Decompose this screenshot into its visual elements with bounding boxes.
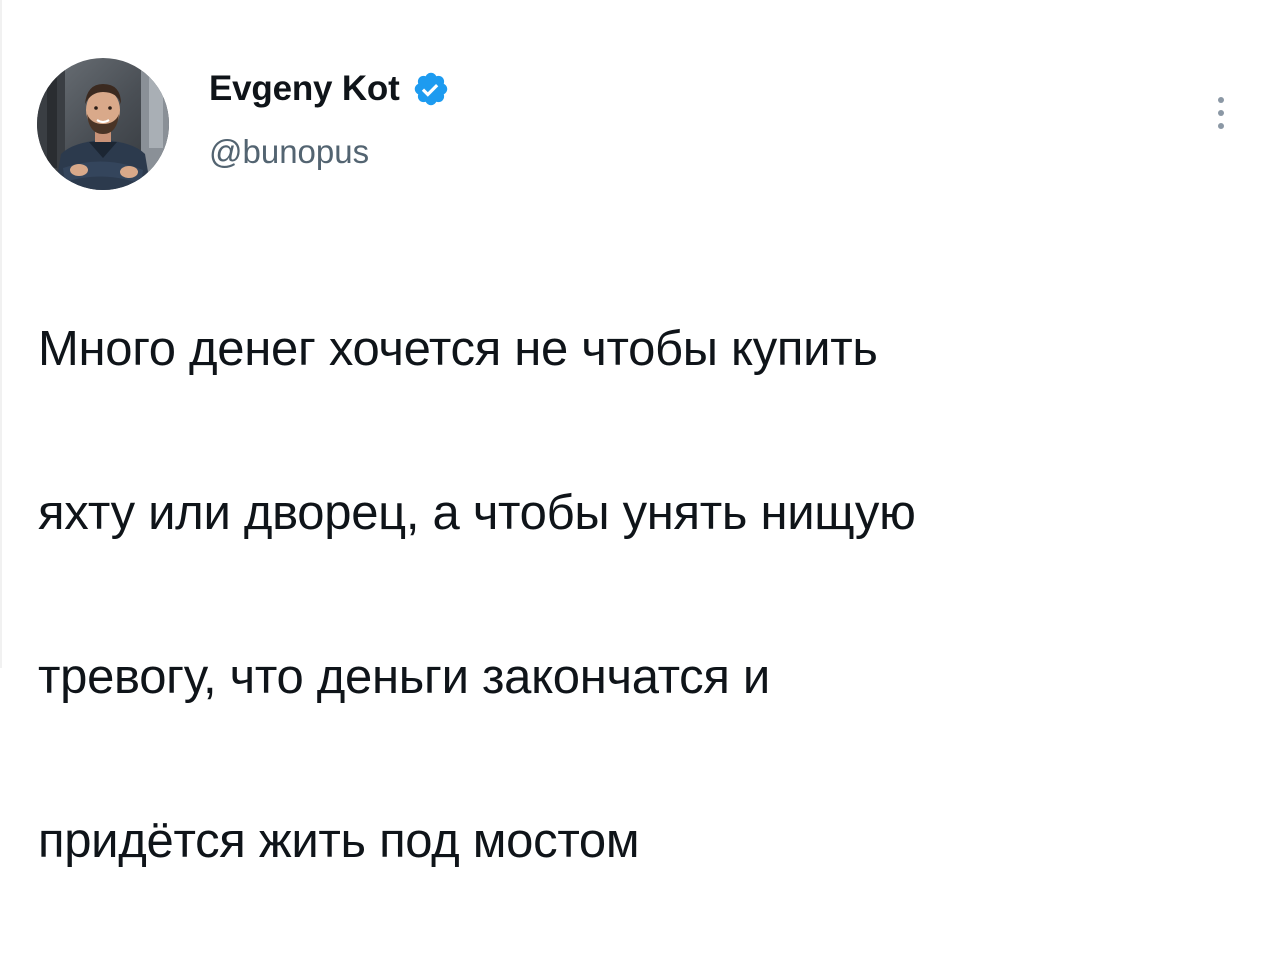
more-vertical-icon	[1218, 97, 1224, 103]
more-vertical-icon-dot	[1218, 110, 1224, 116]
tweet-text: Много денег хочется не чтобы купить яхту…	[38, 226, 1228, 964]
author-display-name[interactable]: Evgeny Kot	[209, 66, 400, 112]
divider	[0, 0, 2, 668]
more-options-button[interactable]	[1206, 88, 1236, 138]
more-vertical-icon-dot	[1218, 123, 1224, 129]
tweet-card: Evgeny Kot @bunopus Много денег хочется …	[0, 0, 1280, 868]
author-name-row: Evgeny Kot	[209, 66, 450, 112]
tweet-text-line: придётся жить под мостом	[38, 814, 640, 868]
verified-badge-icon	[412, 70, 450, 108]
author-handle[interactable]: @bunopus	[209, 130, 369, 174]
avatar-photo-icon	[37, 58, 169, 190]
tweet-text-line: тревогу, что деньги закончатся и	[38, 650, 770, 704]
tweet-text-line: яхту или дворец, а чтобы унять нищую	[38, 486, 916, 540]
avatar[interactable]	[37, 58, 169, 190]
tweet-text-line: Много денег хочется не чтобы купить	[38, 322, 878, 376]
